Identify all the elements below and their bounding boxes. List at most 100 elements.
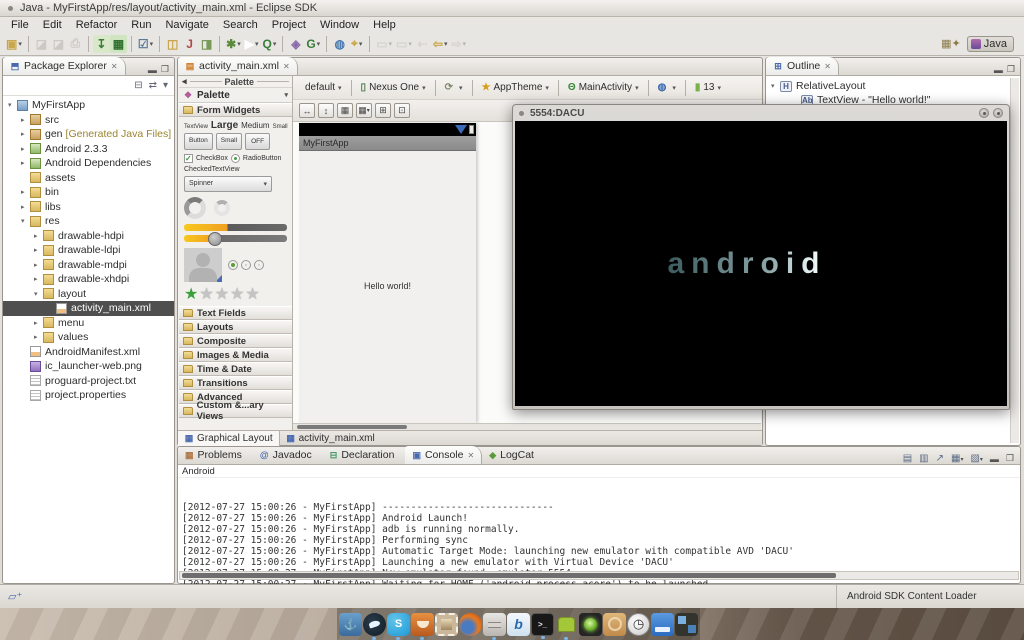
toolbar-button[interactable]: ⎙ <box>67 35 84 53</box>
hello-world-textview[interactable]: Hello world! <box>299 281 476 291</box>
progressbar-horizontal-preview[interactable] <box>184 224 287 231</box>
toolbar-button[interactable]: ✱ <box>224 35 243 53</box>
outline-row[interactable]: ▾ H RelativeLayout <box>766 79 1020 93</box>
togglebutton-preview[interactable]: OFF <box>245 133 270 150</box>
toolbar-button[interactable]: ◪ <box>50 35 67 53</box>
console-view-tab[interactable]: ▣ Console ✕ <box>405 446 482 464</box>
view-toolbar-icon[interactable]: ⊟ <box>134 80 142 91</box>
tree-expander[interactable]: ▾ <box>34 290 43 298</box>
progressbar-small-preview[interactable] <box>214 200 230 216</box>
palette-category[interactable]: Images & Media <box>179 348 292 362</box>
tree-row[interactable]: ▸ drawable-hdpi <box>3 229 174 244</box>
tree-row[interactable]: ▸ drawable-mdpi <box>3 258 174 273</box>
dock-icon[interactable] <box>555 613 578 636</box>
close-icon[interactable]: ✕ <box>824 62 831 71</box>
dock-icon[interactable] <box>651 613 674 636</box>
dock-icon[interactable] <box>675 613 698 636</box>
quickcontactbadge-preview[interactable] <box>184 248 222 282</box>
console-toolbar-icon[interactable]: ▤ <box>903 453 912 464</box>
dock-icon[interactable]: b <box>507 613 530 636</box>
seekbar-preview[interactable] <box>184 235 287 242</box>
tree-expander[interactable]: ▸ <box>21 159 30 167</box>
window-titlebar[interactable]: Java - MyFirstApp/res/layout/activity_ma… <box>0 0 1024 17</box>
tree-expander[interactable]: ▸ <box>21 145 30 153</box>
tree-row[interactable]: ▾ res <box>3 214 174 229</box>
close-button[interactable] <box>993 108 1003 118</box>
console-toolbar-icon[interactable]: ▦ <box>951 453 963 464</box>
menu-item[interactable]: Refactor <box>69 19 125 31</box>
tree-expander[interactable]: ▾ <box>8 101 17 109</box>
tree-expander[interactable]: ▾ <box>771 82 780 90</box>
tree-expander[interactable]: ▸ <box>34 246 43 254</box>
button-preview[interactable]: Button <box>184 133 213 150</box>
dock-icon[interactable]: >_ <box>531 613 554 636</box>
chevron-down-icon[interactable]: ▾ <box>284 91 288 99</box>
menu-item[interactable]: Run <box>124 19 158 31</box>
config-dropdown[interactable]: ⟳ <box>442 80 466 95</box>
view-toolbar-icon[interactable]: ⇄ <box>149 80 157 91</box>
tree-expander[interactable]: ▸ <box>34 261 43 269</box>
textview-preview[interactable]: TextView <box>184 124 208 130</box>
tree-expander[interactable]: ▸ <box>34 275 43 283</box>
emulator-titlebar[interactable]: 5554:DACU <box>513 105 1009 121</box>
small-button-preview[interactable]: Small <box>216 133 242 150</box>
console-view-tab[interactable]: @ Javadoc <box>253 446 323 464</box>
menu-item[interactable]: Navigate <box>158 19 215 31</box>
emulator-screen[interactable]: android <box>515 121 1007 406</box>
tree-row[interactable]: ▸ Android 2.3.3 <box>3 142 174 157</box>
toolbar-button[interactable]: ▭ <box>374 35 394 53</box>
editor-tab[interactable]: ▤ activity_main.xml ✕ <box>178 57 298 75</box>
dock-icon[interactable] <box>435 613 458 636</box>
menu-item[interactable]: Help <box>366 19 403 31</box>
tree-row[interactable]: ▸ menu <box>3 316 174 331</box>
textview-medium-preview[interactable]: Medium <box>241 121 269 130</box>
toolbar-button[interactable]: ⇦ <box>431 35 450 53</box>
palette-category[interactable]: Layouts <box>179 320 292 334</box>
minimize-icon[interactable]: ▬ <box>990 454 999 464</box>
config-dropdown[interactable]: ▯ Nexus One <box>358 80 429 95</box>
tree-row[interactable]: ▸ libs <box>3 200 174 215</box>
tree-row[interactable]: ▸ gen [Generated Java Files] <box>3 127 174 142</box>
toolbar-button[interactable]: ⇠ <box>414 35 431 53</box>
dock-icon[interactable] <box>363 613 386 636</box>
maximize-icon[interactable]: ❐ <box>161 64 169 75</box>
canvas-toolbar-button[interactable]: ↔ <box>299 103 315 118</box>
toolbar-button[interactable]: G <box>304 35 322 53</box>
console-toolbar-icon[interactable]: ↗ <box>936 453 944 464</box>
toolbar-button[interactable]: ▶ <box>243 35 261 53</box>
toolbar-button[interactable]: ▦ <box>110 35 127 53</box>
palette-header[interactable]: ❖ Palette ▾ <box>179 88 292 103</box>
menu-item[interactable]: Project <box>265 19 313 31</box>
dock-icon[interactable]: ⚓ <box>339 613 362 636</box>
console-toolbar-icon[interactable]: ▧ <box>970 453 982 464</box>
dock-icon[interactable] <box>579 613 602 636</box>
dock-icon[interactable] <box>603 613 626 636</box>
toolbar-button[interactable]: ◪ <box>33 35 50 53</box>
minimize-button[interactable] <box>979 108 989 118</box>
dock-icon[interactable] <box>459 613 482 636</box>
outline-scrollbar[interactable] <box>1010 78 1019 443</box>
emulator-window[interactable]: 5554:DACU android <box>512 104 1010 410</box>
collapse-left-icon[interactable]: ◂ <box>182 76 187 87</box>
maximize-icon[interactable]: ❐ <box>1006 453 1014 464</box>
dock-icon[interactable] <box>483 613 506 636</box>
tree-row[interactable]: ▸ bin <box>3 185 174 200</box>
tree-row[interactable]: ▸ drawable-ldpi <box>3 243 174 258</box>
tree-row[interactable]: ▾ layout <box>3 287 174 302</box>
dock-icon[interactable] <box>411 613 434 636</box>
tree-row[interactable]: AndroidManifest.xml <box>3 345 174 360</box>
tree-expander[interactable]: ▸ <box>34 333 43 341</box>
maximize-icon[interactable]: ❐ <box>1007 64 1015 75</box>
checkedtextview-preview[interactable]: CheckedTextView <box>184 166 287 173</box>
canvas-toolbar-button[interactable]: ▦ <box>337 103 353 118</box>
palette-category[interactable]: Text Fields <box>179 306 292 320</box>
palette-category[interactable]: Custom &...ary Views <box>179 404 292 418</box>
tree-row[interactable]: assets <box>3 171 174 186</box>
view-toolbar-icon[interactable]: ▾ <box>163 80 168 91</box>
config-dropdown[interactable]: default <box>299 80 345 95</box>
window-menu-icon[interactable] <box>8 6 13 11</box>
tree-expander[interactable]: ▸ <box>21 203 30 211</box>
palette-category-form-widgets[interactable]: Form Widgets <box>179 103 292 117</box>
canvas-horizontal-scrollbar[interactable] <box>293 423 761 430</box>
radiogroup-preview[interactable] <box>228 260 264 270</box>
